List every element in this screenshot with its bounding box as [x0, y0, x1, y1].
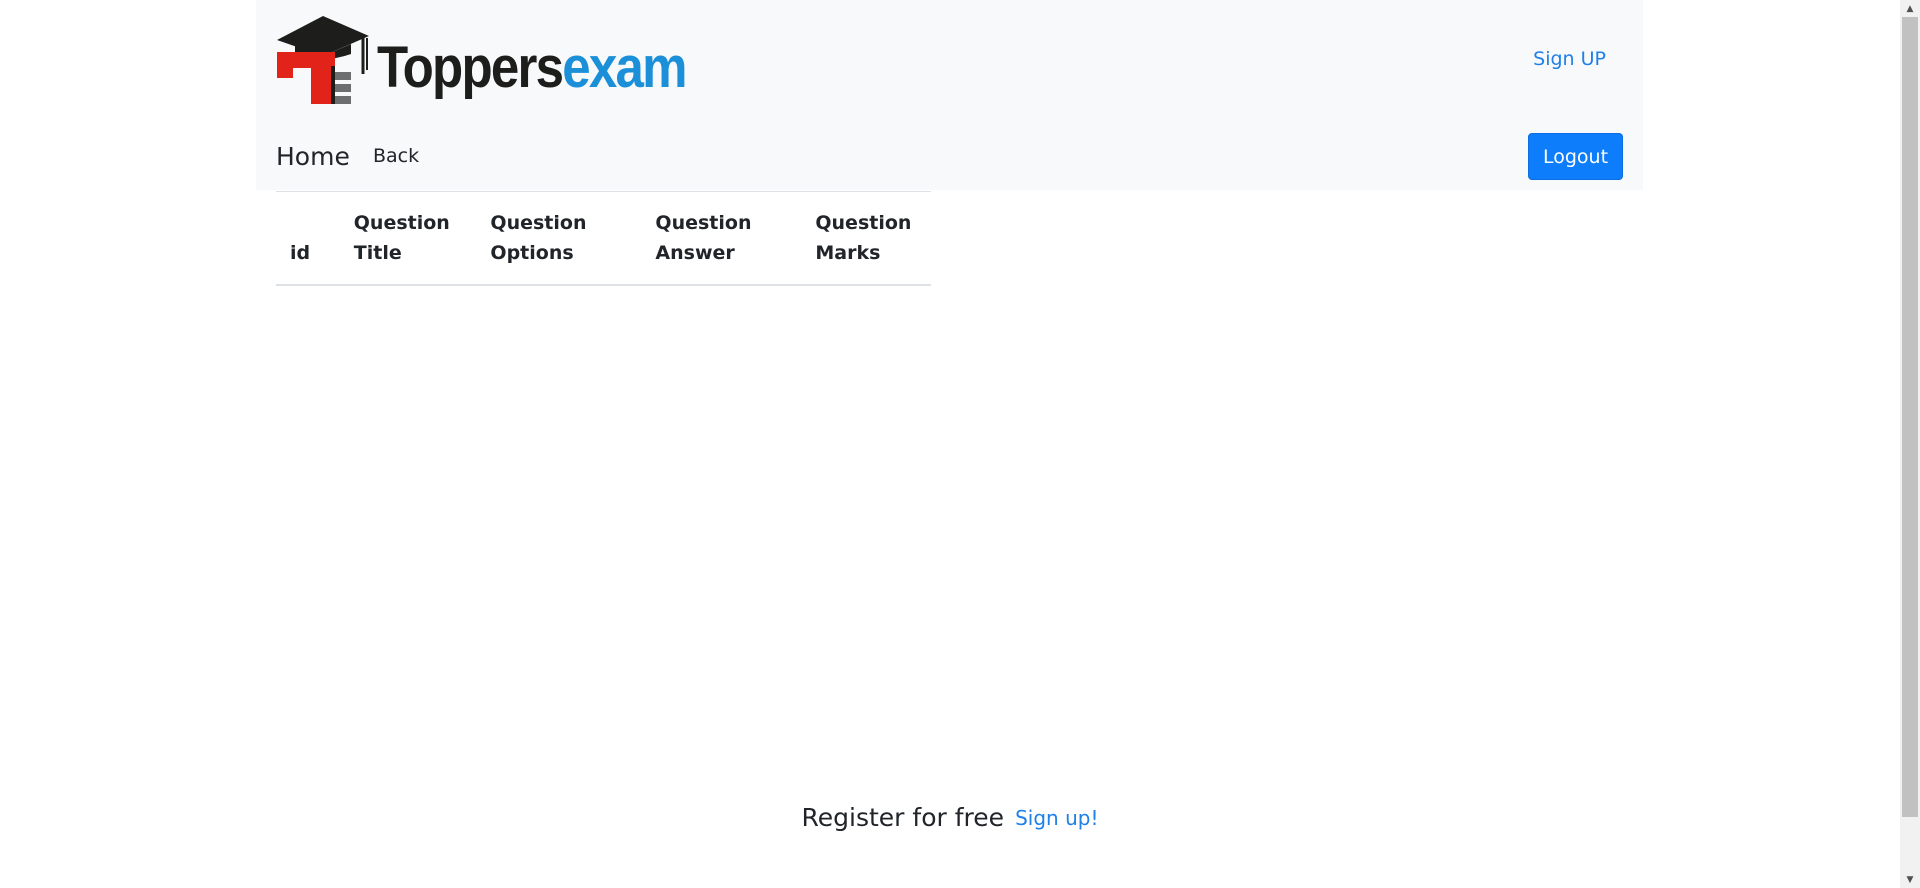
logo-wordmark-part2: exam: [562, 35, 687, 100]
table-header-row: id Question Title Question Options Quest…: [276, 192, 931, 286]
column-header-label-line2: Options: [490, 242, 574, 264]
register-text: Register for free: [801, 803, 1005, 832]
column-header-label-line2: Marks: [815, 242, 881, 264]
nav-home-link[interactable]: Home: [276, 142, 350, 171]
column-header-question-marks: Question Marks: [801, 192, 931, 286]
vertical-scrollbar[interactable]: ▲ ▼: [1900, 0, 1920, 888]
signup-link[interactable]: Sign UP: [1533, 48, 1606, 70]
questions-table-header: id Question Title Question Options Quest…: [276, 192, 931, 286]
scroll-up-arrow-icon[interactable]: ▲: [1900, 0, 1920, 17]
column-header-label-line1: Question: [490, 212, 587, 234]
questions-table: id Question Title Question Options Quest…: [276, 191, 931, 286]
column-header-label-line1: Question: [815, 212, 912, 234]
logo-wordmark: Toppersexam: [377, 35, 688, 100]
logo-mark-icon: [277, 16, 369, 104]
column-header-label-line2: Answer: [655, 242, 735, 264]
logout-button[interactable]: Logout: [1528, 133, 1623, 180]
footer-signup-link[interactable]: Sign up!: [1015, 806, 1098, 830]
column-header-id: id: [276, 192, 340, 286]
logo-wordmark-part1: Toppers: [377, 35, 564, 100]
navbar: Toppersexam Sign UP Home Back Logout: [256, 0, 1643, 190]
site-logo[interactable]: Toppersexam: [275, 14, 688, 106]
scrollbar-thumb[interactable]: [1902, 17, 1918, 817]
column-header-question-options: Question Options: [476, 192, 641, 286]
column-header-question-answer: Question Answer: [641, 192, 801, 286]
page: Toppersexam Sign UP Home Back Logout id …: [0, 0, 1920, 888]
column-header-label-line1: Question: [353, 212, 450, 234]
nav-back-link[interactable]: Back: [373, 145, 419, 167]
column-header-id-label: id: [290, 242, 311, 264]
column-header-question-title: Question Title: [340, 192, 477, 286]
footer: Register for free Sign up!: [0, 803, 1900, 832]
column-header-label-line2: Title: [353, 242, 402, 264]
column-header-label-line1: Question: [655, 212, 752, 234]
scroll-down-arrow-icon[interactable]: ▼: [1900, 871, 1920, 888]
